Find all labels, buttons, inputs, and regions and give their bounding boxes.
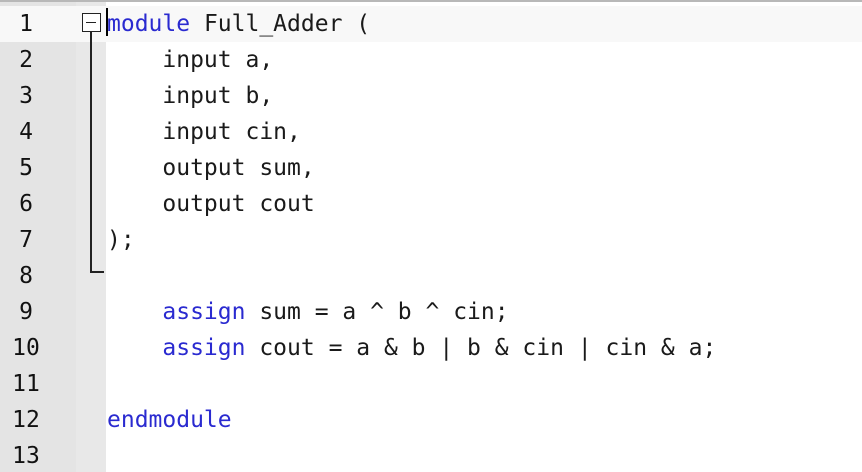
code-token: input b,	[162, 83, 274, 109]
code-text[interactable]: output sum,	[107, 150, 315, 186]
code-line[interactable]: 2 input a,	[0, 42, 862, 78]
code-line[interactable]: 13	[0, 438, 862, 472]
code-token: input a,	[162, 47, 274, 73]
code-text[interactable]: assign cout = a & b | b & cin | cin & a;	[107, 330, 716, 366]
code-token: input cin,	[162, 119, 301, 145]
text-caret	[106, 8, 108, 36]
code-keyword: endmodule	[107, 407, 232, 433]
code-line[interactable]: 9 assign sum = a ^ b ^ cin;	[0, 294, 862, 330]
line-number: 5	[19, 155, 33, 181]
line-number: 10	[12, 335, 40, 361]
code-token: output cout	[162, 191, 315, 217]
code-line[interactable]: 11	[0, 366, 862, 402]
code-text[interactable]: input a,	[107, 42, 273, 78]
line-number: 9	[19, 299, 33, 325]
code-text[interactable]: input cin,	[107, 114, 301, 150]
line-number: 11	[12, 371, 40, 397]
line-number: 12	[12, 407, 40, 433]
code-line[interactable]: 6 output cout	[0, 186, 862, 222]
code-line[interactable]: 7);	[0, 222, 862, 258]
line-number: 13	[12, 443, 40, 469]
line-number: 6	[19, 191, 33, 217]
code-keyword: assign	[162, 299, 246, 325]
code-line[interactable]: 10 assign cout = a & b | b & cin | cin &…	[0, 330, 862, 366]
code-line[interactable]: 1 module Full_Adder (	[0, 6, 862, 42]
fold-range-end	[90, 271, 104, 273]
line-number: 3	[19, 83, 33, 109]
code-line[interactable]: 12 endmodule	[0, 402, 862, 438]
code-text[interactable]: endmodule	[107, 402, 232, 438]
code-line[interactable]: 5 output sum,	[0, 150, 862, 186]
code-editor[interactable]: 1 module Full_Adder (2 input a, 3 input b,…	[0, 0, 862, 472]
code-token: Full_Adder (	[190, 11, 371, 37]
code-token: sum = a ^ b ^ cin;	[245, 299, 509, 325]
code-text[interactable]: input b,	[107, 78, 273, 114]
code-line[interactable]: 3 input b,	[0, 78, 862, 114]
code-text[interactable]: assign sum = a ^ b ^ cin;	[107, 294, 509, 330]
code-line[interactable]: 8	[0, 258, 862, 294]
line-number: 2	[19, 47, 33, 73]
code-text[interactable]: output cout	[107, 186, 315, 222]
code-keyword: assign	[162, 335, 246, 361]
line-number: 1	[19, 11, 33, 37]
code-token: output sum,	[162, 155, 315, 181]
code-line[interactable]: 4 input cin,	[0, 114, 862, 150]
line-number: 7	[19, 227, 33, 253]
code-token: cout = a & b | b & cin | cin & a;	[245, 335, 717, 361]
code-text[interactable]: );	[107, 222, 135, 258]
fold-range-line	[90, 32, 92, 273]
line-number: 4	[19, 119, 33, 145]
editor-top-border	[0, 0, 862, 2]
code-text[interactable]: module Full_Adder (	[107, 6, 370, 42]
fold-collapse-icon[interactable]	[82, 13, 101, 32]
line-number: 8	[19, 263, 33, 289]
code-token: );	[107, 227, 135, 253]
code-keyword: module	[107, 11, 191, 37]
